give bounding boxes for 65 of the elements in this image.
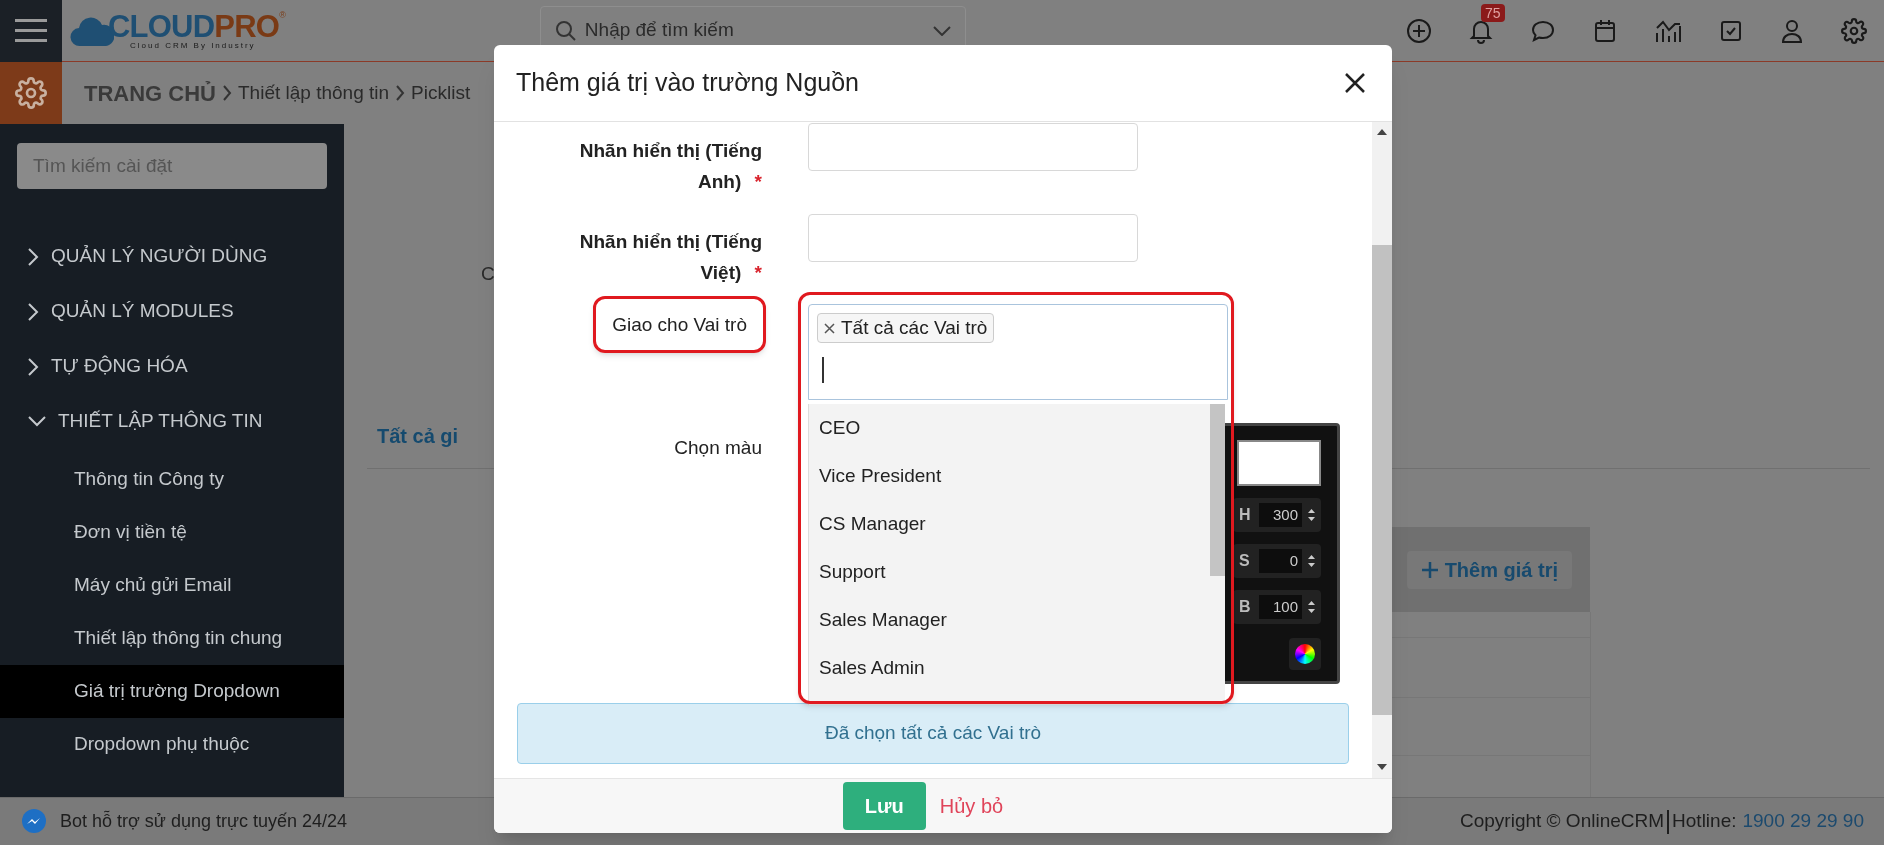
channel-input[interactable]: 100 (1259, 595, 1302, 619)
breadcrumb-link[interactable]: Thiết lập thông tin (238, 78, 390, 108)
settings-button[interactable] (0, 62, 62, 124)
channel-label: B (1239, 597, 1252, 617)
field-label: Nhãn hiển thị (Tiếng Việt) * (578, 230, 762, 285)
cancel-link[interactable]: Hủy bỏ (939, 791, 1004, 821)
hotline-label: Hotline: (1672, 809, 1737, 834)
sidebar-item[interactable]: Dropdown phụ thuộc (0, 718, 344, 771)
modal-title: Thêm giá trị vào trường Nguồn (516, 67, 859, 99)
spinner-icon[interactable] (1308, 554, 1315, 568)
chevron-right-icon (395, 85, 406, 101)
settings-icon (15, 77, 47, 109)
sidebar-item[interactable]: Đơn vị tiền tệ (0, 506, 344, 559)
user-icon[interactable] (1780, 17, 1804, 44)
text-input[interactable] (808, 214, 1138, 262)
sidebar-item[interactable]: Thông tin Công ty (0, 453, 344, 506)
scrollbar[interactable] (1372, 122, 1392, 778)
channel-input[interactable]: 0 (1259, 549, 1302, 573)
field-label: Giao cho Vai trò (593, 296, 766, 353)
selected-tag[interactable]: Tất cả các Vai trò (817, 313, 995, 343)
text-input[interactable] (808, 123, 1138, 171)
settings-icon[interactable] (1841, 17, 1867, 44)
spinner-icon[interactable] (1308, 600, 1315, 614)
remove-icon[interactable] (824, 322, 835, 334)
plus-icon (1420, 560, 1439, 579)
chevron-right-icon (28, 357, 39, 376)
logo-text: CLOUDPRO (108, 11, 280, 42)
scroll-up-icon[interactable] (1377, 129, 1387, 135)
add-icon[interactable] (1406, 17, 1432, 44)
registered-mark: ® (279, 11, 286, 20)
sidebar-item[interactable]: Thiết lập thông tin chung (0, 612, 344, 665)
channel-input[interactable]: 300 (1259, 503, 1302, 527)
logo-tagline: Cloud CRM By Industry (130, 42, 257, 50)
chevron-right-icon (222, 85, 232, 101)
notification-badge: 75 (1481, 3, 1505, 22)
copyright-text: Copyright © OnlineCRM (1460, 809, 1665, 834)
sidebar-section[interactable]: QUẢN LÝ NGƯỜI DÙNG (0, 229, 344, 284)
sidebar-section[interactable]: THIẾT LẬP THÔNG TIN (0, 394, 344, 449)
scroll-down-icon[interactable] (1377, 764, 1387, 770)
sidebar-section[interactable]: QUẢN LÝ MODULES (0, 284, 344, 339)
support-bot-link[interactable]: Bot hỗ trợ sử dụng trực tuyến 24/24 (60, 808, 348, 835)
calendar-icon[interactable] (1593, 17, 1617, 44)
multiselect-field[interactable]: Tất cả các Vai trò (808, 304, 1228, 400)
chevron-right-icon (28, 247, 39, 266)
form-label: C (481, 262, 495, 286)
sidebar-section[interactable]: TỰ ĐỘNG HÓA (0, 339, 344, 394)
chevron-down-icon (28, 416, 46, 427)
channel-label: S (1239, 551, 1251, 571)
field-label: Chọn màu (674, 436, 762, 460)
sidebar-item[interactable]: Giá trị trường Dropdown (0, 665, 344, 718)
menu-button[interactable] (0, 0, 62, 62)
spinner-icon[interactable] (1308, 508, 1315, 522)
channel-label: H (1239, 505, 1252, 525)
chevron-down-icon (932, 25, 951, 36)
field-label: Nhãn hiển thị (Tiếng Anh) * (578, 139, 762, 194)
task-checkbox-icon[interactable] (1719, 18, 1743, 43)
chat-icon[interactable] (1530, 18, 1556, 43)
info-alert: Đã chọn tất cả các Vai trò (517, 703, 1349, 764)
search-icon (554, 19, 577, 42)
color-wheel-button[interactable] (1289, 638, 1321, 670)
chevron-right-icon (28, 302, 39, 321)
sidebar-item[interactable]: Máy chủ gửi Email (0, 559, 344, 612)
breadcrumb-link[interactable]: Picklist (411, 78, 471, 108)
close-icon[interactable] (1344, 72, 1366, 94)
text-cursor (822, 357, 824, 383)
